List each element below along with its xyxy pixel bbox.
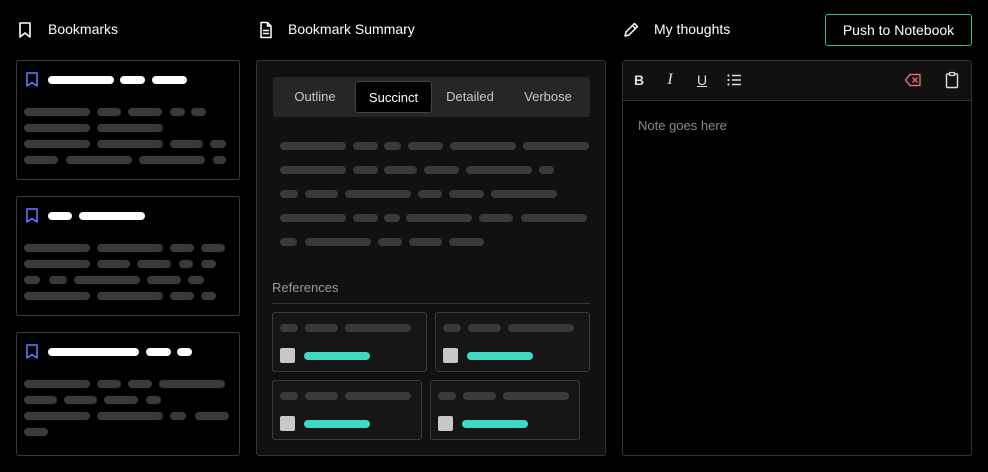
reference-card[interactable]: [272, 380, 422, 440]
bookmarks-title: Bookmarks: [48, 21, 119, 37]
clipboard-icon[interactable]: [943, 71, 961, 89]
summary-panel: Outline Succinct Detailed Verbose Refere…: [256, 60, 606, 456]
source-thumbnail: [280, 348, 295, 363]
push-to-notebook-button[interactable]: Push to Notebook: [825, 14, 972, 46]
reference-card[interactable]: [430, 380, 580, 440]
thoughts-title: My thoughts: [654, 21, 731, 37]
underline-button[interactable]: U: [693, 71, 711, 89]
tab-detailed[interactable]: Detailed: [436, 81, 504, 113]
pencil-icon: [624, 22, 639, 37]
divider: [272, 303, 590, 304]
references-label: References: [272, 280, 339, 295]
bookmark-card[interactable]: [16, 332, 240, 456]
clear-format-icon[interactable]: [904, 71, 922, 89]
editor-toolbar: B I U: [623, 61, 971, 101]
italic-button[interactable]: I: [661, 71, 679, 89]
tab-outline[interactable]: Outline: [281, 81, 349, 113]
tab-succinct[interactable]: Succinct: [355, 81, 432, 113]
bookmark-icon: [19, 22, 31, 38]
tab-verbose[interactable]: Verbose: [513, 81, 583, 113]
bookmark-icon: [26, 208, 38, 223]
document-icon: [260, 21, 272, 39]
summary-title: Bookmark Summary: [288, 21, 415, 37]
note-editor[interactable]: B I U Note goes here: [622, 60, 972, 456]
bold-button[interactable]: B: [630, 71, 648, 89]
bookmark-icon: [26, 72, 38, 87]
reference-card[interactable]: [272, 312, 427, 372]
summary-tabs: Outline Succinct Detailed Verbose: [273, 77, 590, 117]
source-thumbnail: [443, 348, 458, 363]
list-icon[interactable]: [725, 71, 743, 89]
bookmark-icon: [26, 344, 38, 359]
source-thumbnail: [438, 416, 453, 431]
reference-card[interactable]: [435, 312, 590, 372]
bookmark-card[interactable]: [16, 60, 240, 180]
bookmark-card[interactable]: [16, 196, 240, 316]
note-placeholder: Note goes here: [638, 118, 727, 133]
source-thumbnail: [280, 416, 295, 431]
